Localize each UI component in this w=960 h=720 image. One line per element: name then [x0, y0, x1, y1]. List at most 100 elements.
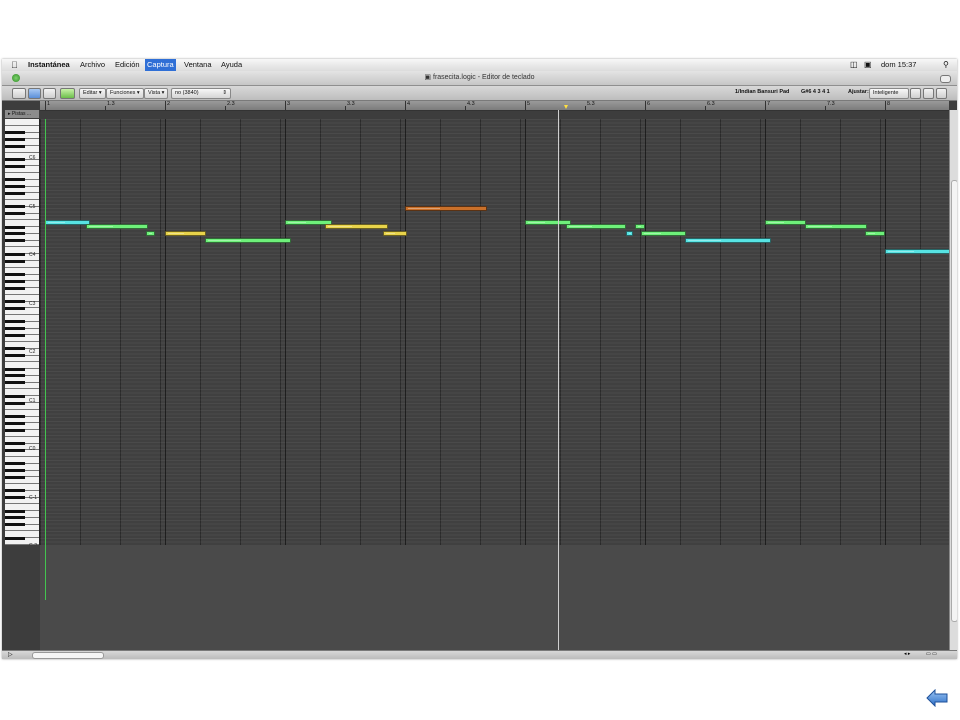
midi-note[interactable]: [85, 223, 149, 229]
midi-note[interactable]: [641, 230, 686, 236]
menu-captura[interactable]: Captura: [145, 59, 176, 71]
midi-note[interactable]: [804, 223, 867, 229]
link-button[interactable]: [12, 88, 26, 99]
menu-ventana[interactable]: Ventana: [184, 60, 212, 69]
zoom-icon[interactable]: ▷: [8, 651, 13, 658]
view-menu[interactable]: Vista ▾: [144, 88, 169, 99]
black-key[interactable]: [5, 333, 25, 337]
black-key[interactable]: [5, 185, 25, 189]
black-key[interactable]: [5, 394, 25, 398]
black-key[interactable]: [5, 131, 25, 135]
black-key[interactable]: [5, 259, 25, 263]
black-key[interactable]: [5, 415, 25, 419]
black-key[interactable]: [5, 225, 25, 229]
midi-note[interactable]: [635, 223, 645, 229]
black-key[interactable]: [5, 212, 25, 216]
black-key[interactable]: [5, 496, 25, 500]
black-key[interactable]: [5, 401, 25, 405]
midi-note[interactable]: [204, 237, 291, 243]
black-key[interactable]: [5, 536, 25, 540]
zoom-slider-icon[interactable]: ▭ ▭: [926, 651, 937, 657]
midi-note[interactable]: [885, 248, 949, 254]
quantize-select[interactable]: no (3840) ⇕: [171, 88, 231, 99]
midi-note[interactable]: [145, 230, 156, 236]
menubar-clock[interactable]: dom 15:37: [881, 60, 916, 69]
menu-archivo[interactable]: Archivo: [80, 60, 105, 69]
black-key[interactable]: [5, 442, 25, 446]
black-key[interactable]: [5, 232, 25, 236]
scroll-arrows-icon[interactable]: ◂ ▸: [904, 651, 910, 657]
black-key[interactable]: [5, 327, 25, 331]
black-key[interactable]: [5, 239, 25, 243]
midi-note[interactable]: [765, 220, 806, 226]
black-key[interactable]: [5, 489, 25, 493]
vertical-scroll-thumb[interactable]: [951, 180, 957, 622]
midi-note[interactable]: [684, 237, 771, 243]
black-key[interactable]: [5, 523, 25, 527]
black-key[interactable]: [5, 374, 25, 378]
black-key[interactable]: [5, 178, 25, 182]
midi-note[interactable]: [324, 223, 389, 229]
black-key[interactable]: [5, 469, 25, 473]
midi-note[interactable]: [864, 230, 885, 236]
black-key[interactable]: [5, 354, 25, 358]
black-key[interactable]: [5, 144, 25, 148]
black-key[interactable]: [5, 306, 25, 310]
black-key[interactable]: [5, 516, 25, 520]
black-key[interactable]: [5, 137, 25, 141]
black-key[interactable]: [5, 279, 25, 283]
midi-note[interactable]: [405, 206, 487, 211]
functions-menu[interactable]: Funciones ▾: [106, 88, 144, 99]
snap-select[interactable]: Inteligente: [869, 88, 909, 99]
spotlight-icon[interactable]: ⚲: [943, 60, 949, 69]
note-grid[interactable]: [40, 119, 949, 545]
menu-edicion[interactable]: Edición: [115, 60, 140, 69]
midi-note[interactable]: [383, 230, 408, 236]
black-key[interactable]: [5, 448, 25, 452]
in-button[interactable]: [60, 88, 75, 99]
black-key[interactable]: [5, 347, 25, 351]
horizontal-scroll-thumb[interactable]: [32, 652, 104, 659]
midi-note[interactable]: [625, 230, 633, 236]
tracks-disclosure[interactable]: ▸ Pistas ...: [5, 110, 39, 118]
black-key[interactable]: [5, 462, 25, 466]
midi-note[interactable]: [165, 230, 206, 236]
apple-icon[interactable]: : [11, 60, 18, 70]
black-key[interactable]: [5, 205, 25, 209]
black-key[interactable]: [5, 164, 25, 168]
black-key[interactable]: [5, 421, 25, 425]
black-key[interactable]: [5, 367, 25, 371]
display-icon[interactable]: ▣: [864, 60, 872, 69]
playhead-marker-icon[interactable]: [563, 105, 568, 109]
black-key[interactable]: [5, 475, 25, 479]
pencil-tool-icon[interactable]: [923, 88, 934, 99]
script-icon[interactable]: ◫: [850, 60, 858, 69]
catch-button[interactable]: [43, 88, 56, 99]
menu-ayuda[interactable]: Ayuda: [221, 60, 242, 69]
pointer-tool-icon[interactable]: [910, 88, 921, 99]
black-key[interactable]: [5, 320, 25, 324]
back-arrow-icon[interactable]: [926, 689, 948, 707]
vertical-scrollbar[interactable]: [949, 110, 957, 650]
black-key[interactable]: [5, 191, 25, 195]
toolbar-toggle-button[interactable]: [940, 75, 951, 83]
piano-keyboard[interactable]: C6 C5 C4 C3 C2 C1 C0 C-1 C-2: [5, 119, 40, 545]
black-key[interactable]: [5, 286, 25, 290]
midi-note[interactable]: [525, 220, 571, 226]
midi-out-button[interactable]: [28, 88, 41, 99]
menu-instantanea[interactable]: Instantánea: [28, 60, 70, 69]
edit-menu[interactable]: Editar ▾: [79, 88, 106, 99]
white-key[interactable]: [5, 119, 39, 126]
playhead[interactable]: [557, 110, 559, 650]
black-key[interactable]: [5, 381, 25, 385]
bar-ruler[interactable]: 1 1.3 2 2.3 3 3.3 4 4.3 5 5.3 6 6.3 7 7.3 8: [40, 101, 949, 111]
black-key[interactable]: [5, 428, 25, 432]
black-key[interactable]: [5, 509, 25, 513]
midi-note[interactable]: [565, 223, 626, 229]
window-zoom-button[interactable]: [12, 74, 20, 82]
zoom-tool-icon[interactable]: [936, 88, 947, 99]
black-key[interactable]: [5, 273, 25, 277]
black-key[interactable]: [5, 252, 25, 256]
midi-note[interactable]: [45, 220, 90, 226]
black-key[interactable]: [5, 158, 25, 162]
